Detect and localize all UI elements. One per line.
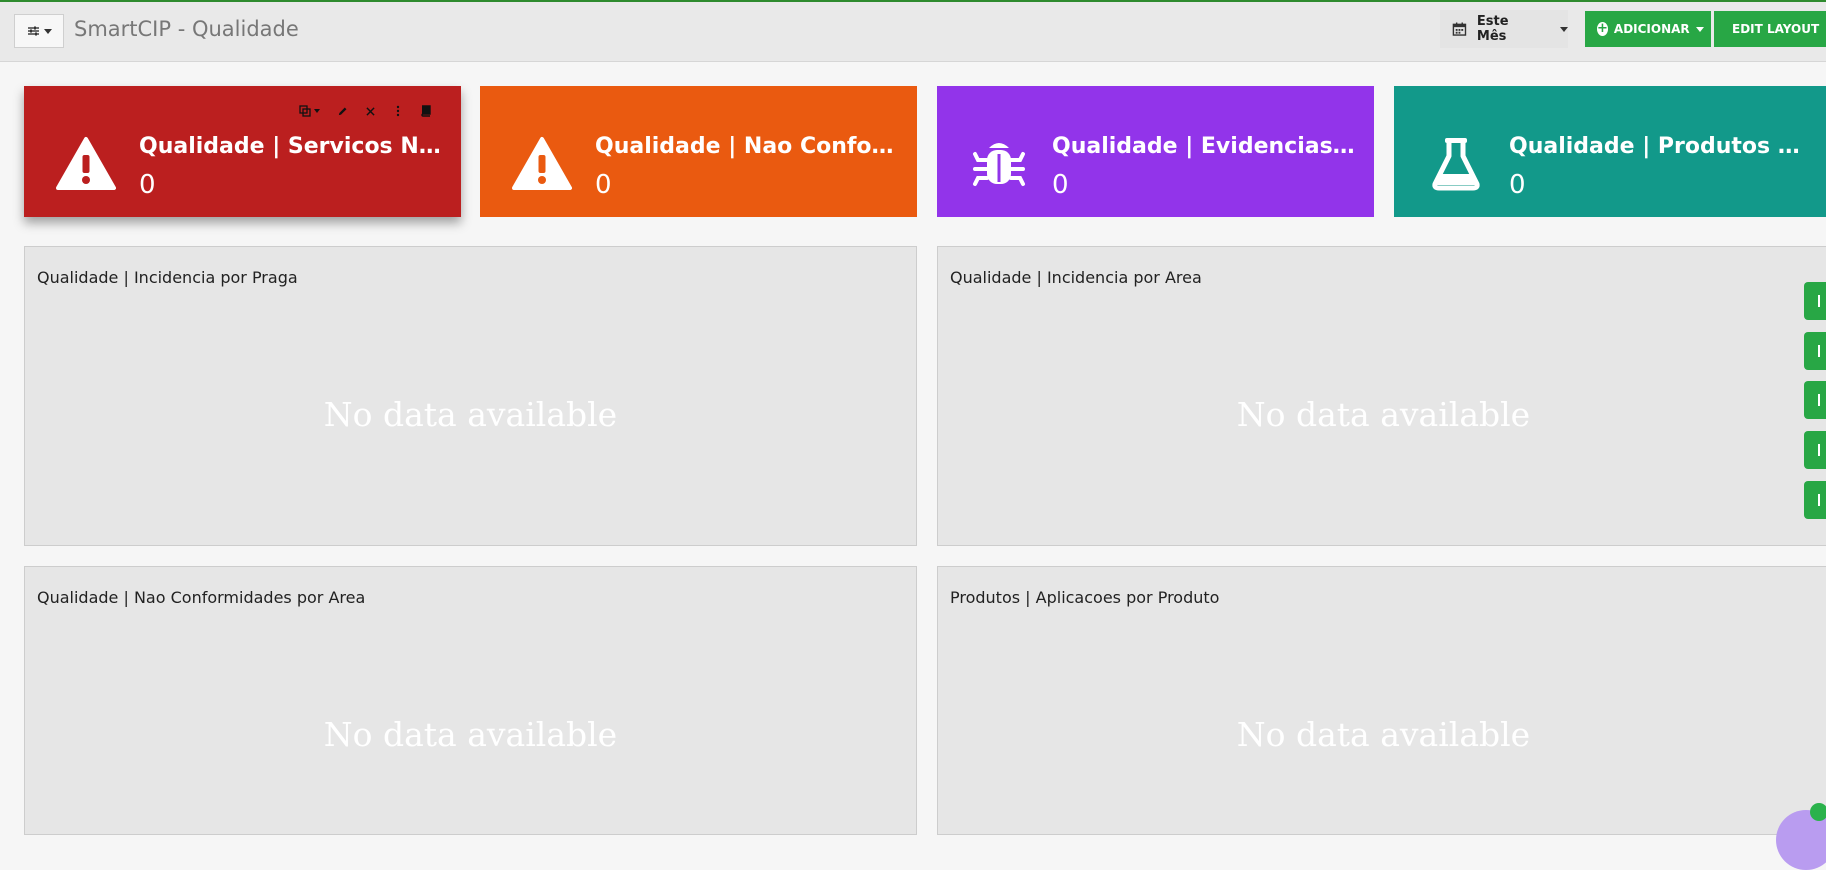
card-value: 0 <box>139 170 156 200</box>
chart-panel-aplicacoes-produto: Produtos | Aplicacoes por Produto No dat… <box>937 566 1826 835</box>
card-title: Qualidade | Produtos Aplica… <box>1509 134 1813 159</box>
more-options-button[interactable] <box>391 104 405 118</box>
edit-card-button[interactable] <box>335 104 349 118</box>
side-action-icon <box>1818 295 1826 307</box>
remove-card-button[interactable] <box>363 104 377 118</box>
chevron-down-icon <box>43 28 52 34</box>
card-title: Qualidade | Nao Conformid… <box>595 134 899 159</box>
card-title: Qualidade | Servicos Nao R… <box>139 134 443 159</box>
panel-title: Produtos | Aplicacoes por Produto <box>950 588 1220 607</box>
panel-title: Qualidade | Incidencia por Area <box>950 268 1202 287</box>
period-label: Este Mês <box>1476 14 1509 44</box>
side-action-icon <box>1818 494 1826 506</box>
copy-dropdown-button[interactable] <box>297 104 321 118</box>
no-data-message: No data available <box>323 395 618 434</box>
more-vertical-icon <box>396 105 400 117</box>
stat-card-evidencias[interactable]: Qualidade | Evidencias Regi… 0 <box>937 86 1374 217</box>
stat-card-servicos[interactable]: Qualidade | Servicos Nao R… 0 <box>24 86 461 217</box>
pencil-icon <box>338 107 346 115</box>
side-action-icon <box>1818 394 1826 406</box>
side-action-button-4[interactable] <box>1804 431 1826 469</box>
chart-panel-nao-conformidades-area: Qualidade | Nao Conformidades por Area N… <box>24 566 917 835</box>
chart-panel-incidencia-praga: Qualidade | Incidencia por Praga No data… <box>24 246 917 546</box>
no-data-message: No data available <box>1236 715 1531 754</box>
panel-title: Qualidade | Incidencia por Praga <box>37 268 298 287</box>
card-title: Qualidade | Evidencias Regi… <box>1052 134 1356 159</box>
page-title: SmartCIP - Qualidade <box>74 17 299 41</box>
close-icon <box>365 106 375 116</box>
stat-card-nao-conformidades[interactable]: Qualidade | Nao Conformid… 0 <box>480 86 917 217</box>
top-bar: SmartCIP - Qualidade Este Mês + ADICIONA… <box>0 2 1826 62</box>
side-action-button-2[interactable] <box>1804 332 1826 370</box>
period-selector[interactable]: Este Mês <box>1440 10 1568 48</box>
add-button[interactable]: + ADICIONAR <box>1585 11 1711 47</box>
side-action-button-3[interactable] <box>1804 381 1826 419</box>
warning-icon <box>512 137 572 190</box>
side-action-icon <box>1818 444 1826 456</box>
chart-panel-incidencia-area: Qualidade | Incidencia por Area No data … <box>937 246 1826 546</box>
copy-icon <box>298 105 311 117</box>
sliders-icon <box>27 26 39 36</box>
side-action-button-5[interactable] <box>1804 481 1826 519</box>
no-data-message: No data available <box>1236 395 1531 434</box>
card-value: 0 <box>1052 170 1069 200</box>
stat-card-produtos[interactable]: Qualidade | Produtos Aplica… 0 <box>1394 86 1826 217</box>
add-button-label: ADICIONAR <box>1613 22 1690 36</box>
book-button[interactable] <box>419 104 433 118</box>
plus-circle-icon: + <box>1597 21 1608 36</box>
side-action-icon <box>1818 345 1826 357</box>
flask-icon <box>1432 138 1480 191</box>
chevron-down-icon <box>313 109 320 113</box>
card-value: 0 <box>1509 170 1526 200</box>
chevron-down-icon <box>1560 26 1568 32</box>
edit-layout-label: EDIT LAYOUT <box>1732 22 1820 36</box>
settings-dropdown-button[interactable] <box>14 14 64 48</box>
no-data-message: No data available <box>323 715 618 754</box>
chevron-down-icon <box>1695 26 1704 32</box>
calendar-icon <box>1452 22 1467 36</box>
chat-status-badge <box>1810 803 1826 821</box>
edit-layout-button[interactable]: EDIT LAYOUT <box>1714 11 1826 47</box>
card-value: 0 <box>595 170 612 200</box>
warning-icon <box>56 137 116 190</box>
bug-icon <box>973 143 1025 186</box>
book-icon <box>421 105 431 117</box>
card-toolbar <box>297 104 433 118</box>
panel-title: Qualidade | Nao Conformidades por Area <box>37 588 366 607</box>
side-action-button-1[interactable] <box>1804 282 1826 320</box>
